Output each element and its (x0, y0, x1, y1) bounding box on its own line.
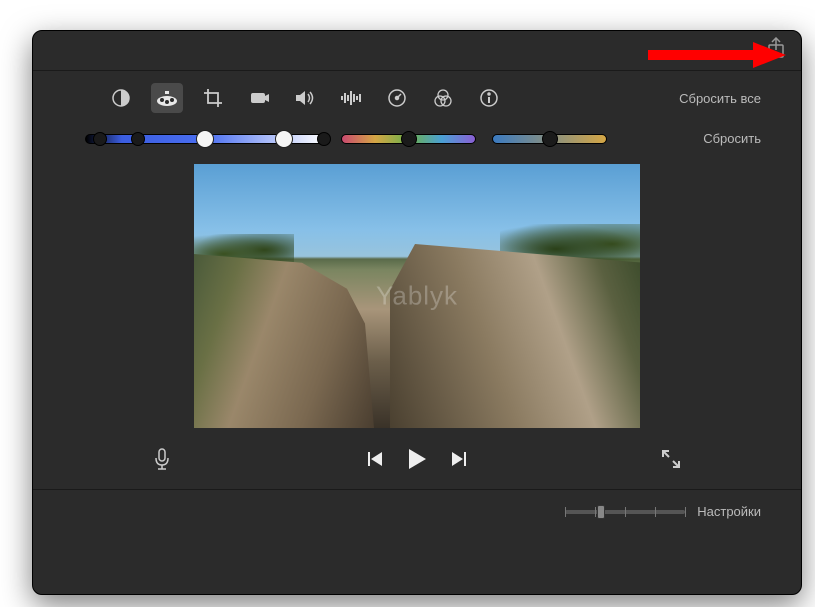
volume-icon[interactable] (289, 83, 321, 113)
share-button[interactable] (767, 37, 785, 64)
skip-start-button[interactable] (366, 450, 384, 473)
watermark-text: Yablyk (376, 281, 458, 312)
settings-button[interactable]: Настройки (697, 504, 761, 519)
noise-reduce-icon[interactable] (335, 83, 367, 113)
crop-icon[interactable] (197, 83, 229, 113)
reset-button[interactable]: Сбросить (703, 131, 761, 146)
timeline-settings: Настройки (33, 490, 801, 533)
adjust-toolbar: Сбросить все (33, 71, 801, 121)
color-sliders: Сбросить (33, 121, 801, 156)
color-correction-icon[interactable] (151, 83, 183, 113)
saturation-slider[interactable] (341, 134, 476, 144)
color-filter-icon[interactable] (427, 83, 459, 113)
preview-area: Yablyk (33, 156, 801, 432)
speed-icon[interactable] (381, 83, 413, 113)
skip-end-button[interactable] (450, 450, 468, 473)
playback-controls (33, 432, 801, 489)
color-balance-icon[interactable] (105, 83, 137, 113)
play-button[interactable] (404, 446, 430, 477)
temperature-slider[interactable] (492, 134, 607, 144)
exposure-slider[interactable] (85, 134, 325, 144)
stabilization-icon[interactable] (243, 83, 275, 113)
editor-window: Сбросить все Сбросить Yablyk (32, 30, 802, 595)
video-preview[interactable]: Yablyk (194, 164, 640, 428)
info-icon[interactable] (473, 83, 505, 113)
fullscreen-button[interactable] (661, 449, 681, 474)
titlebar (33, 31, 801, 71)
reset-all-button[interactable]: Сбросить все (679, 91, 761, 106)
voiceover-button[interactable] (153, 447, 171, 476)
zoom-slider[interactable] (565, 510, 685, 514)
